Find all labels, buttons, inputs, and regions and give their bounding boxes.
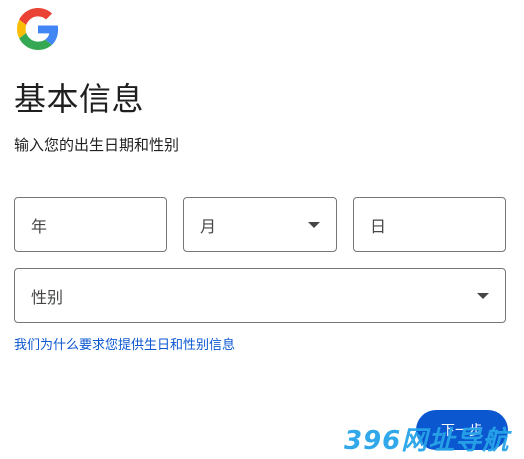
gender-placeholder: 性别	[31, 287, 64, 307]
page-subtitle: 输入您的出生日期和性别	[14, 136, 180, 154]
month-placeholder: 月	[200, 216, 217, 236]
gender-select[interactable]: 性别	[14, 268, 506, 323]
day-input[interactable]: 日	[353, 197, 506, 252]
year-input[interactable]: 年	[14, 197, 167, 252]
next-button[interactable]: 下一步	[416, 410, 508, 450]
chevron-down-icon	[477, 292, 489, 299]
chevron-down-icon	[308, 221, 320, 228]
day-placeholder: 日	[370, 216, 387, 236]
google-logo-icon	[17, 8, 59, 50]
page-title: 基本信息	[14, 80, 145, 118]
why-birthday-gender-link[interactable]: 我们为什么要求您提供生日和性别信息	[14, 334, 235, 353]
year-placeholder: 年	[31, 216, 48, 236]
month-select[interactable]: 月	[183, 197, 337, 252]
